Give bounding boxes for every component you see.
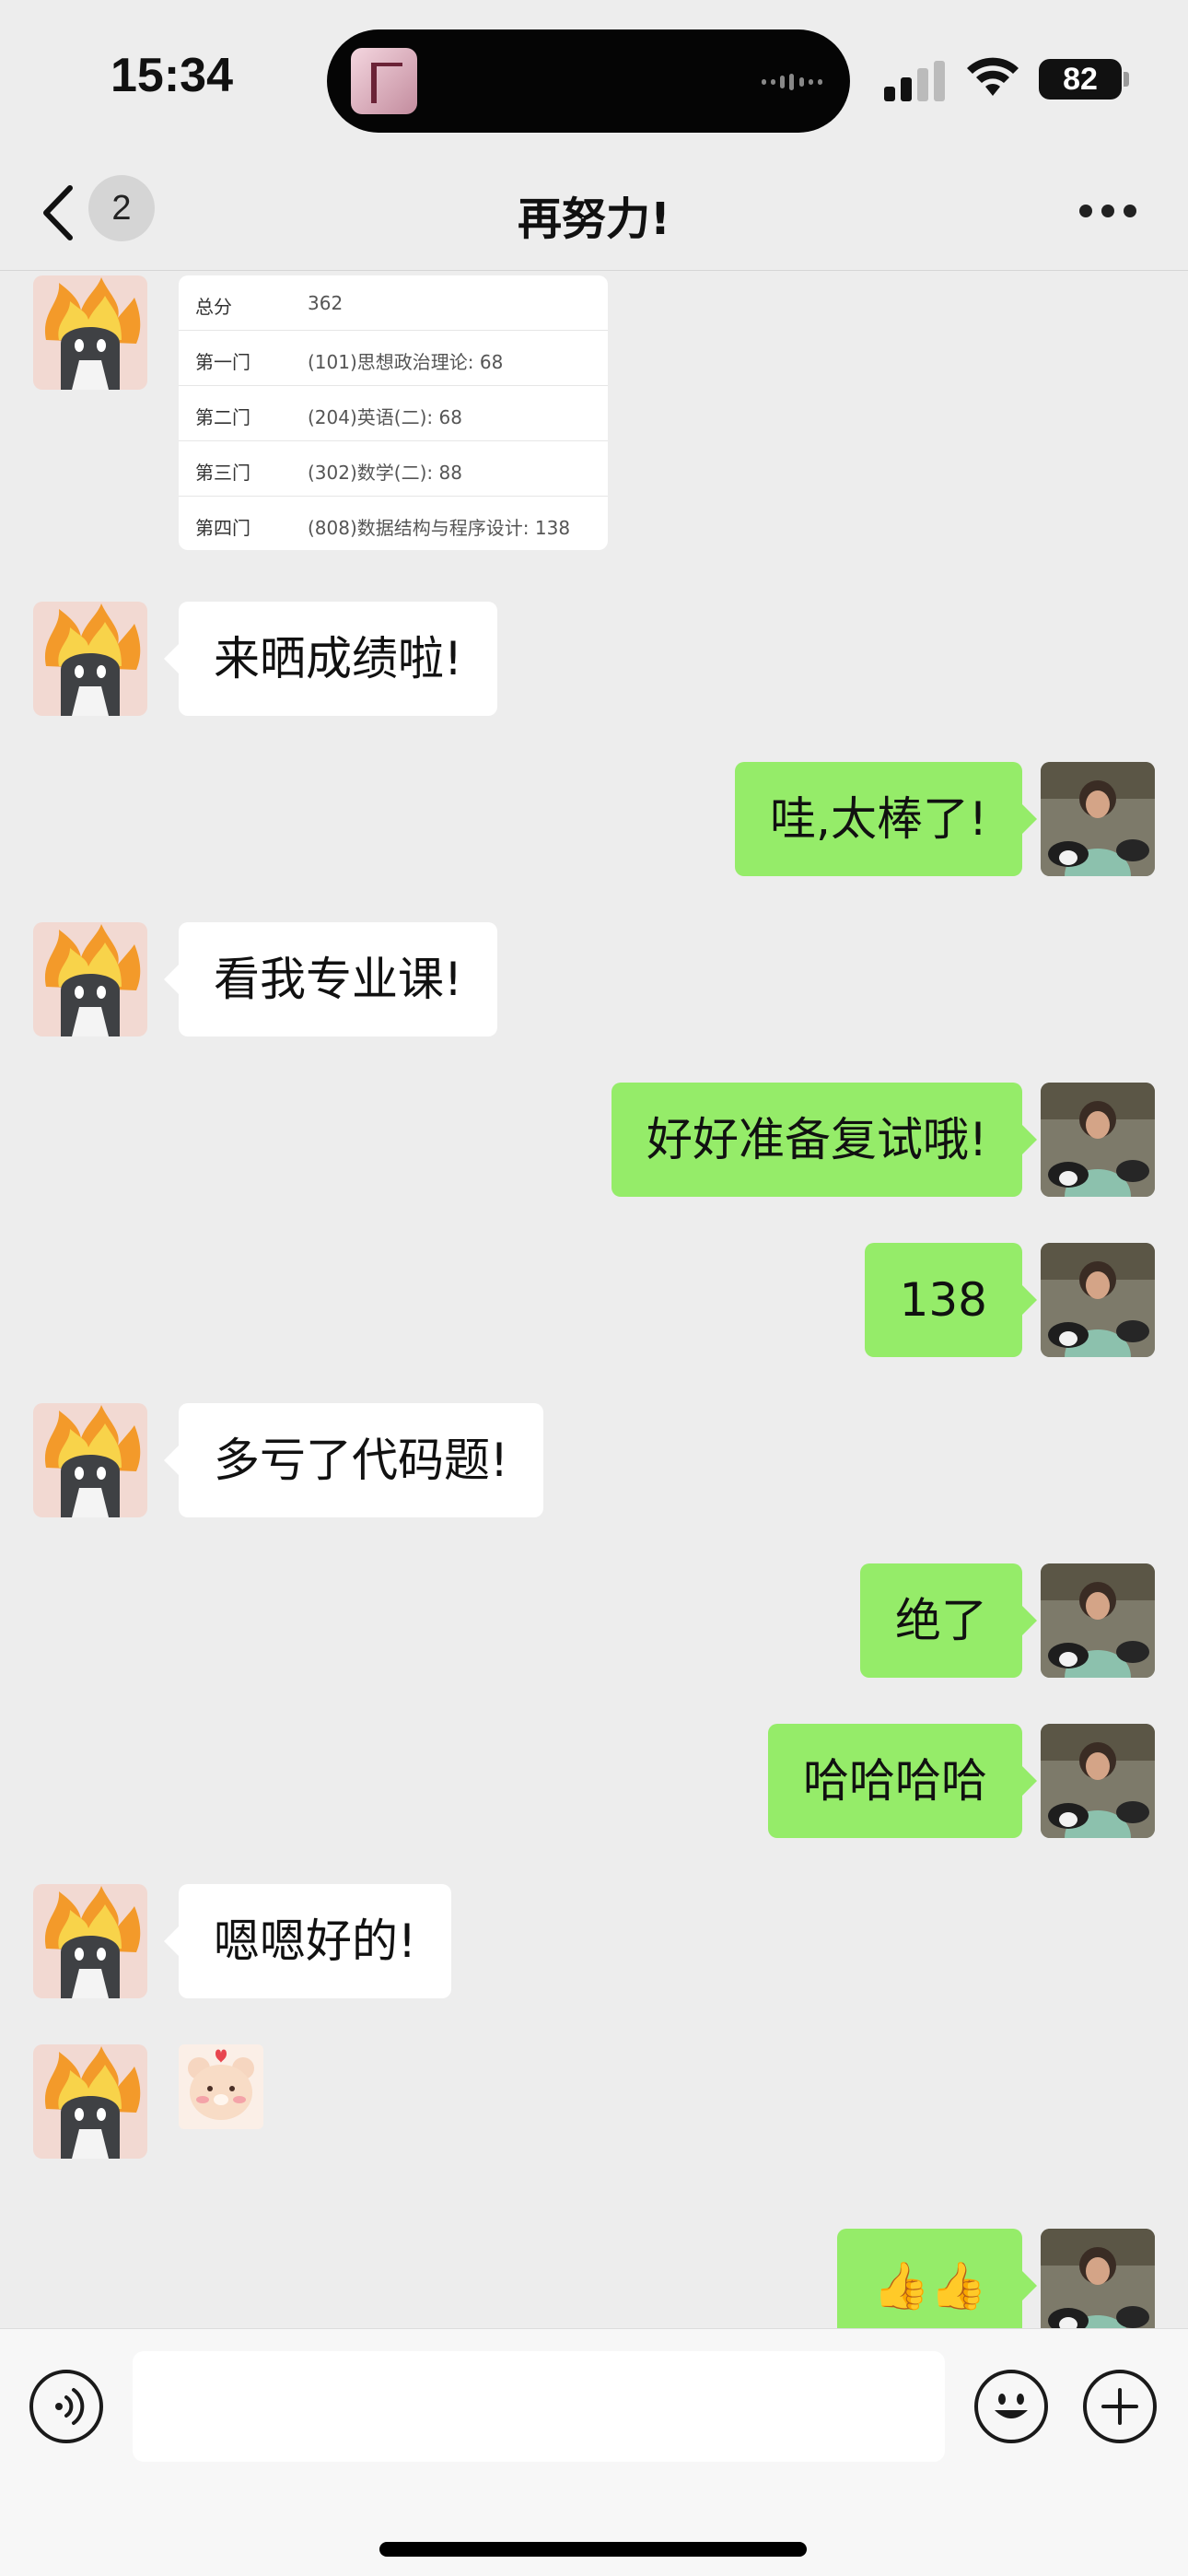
- now-playing-thumbnail: [351, 48, 417, 114]
- plus-sign-icon: [1101, 2388, 1138, 2425]
- incoming-message-bubble[interactable]: 嗯嗯好的!: [163, 1884, 452, 1998]
- fire-ghost-avatar-icon: [44, 1405, 141, 1517]
- incoming-message-bubble[interactable]: 多亏了代码题!: [163, 1403, 544, 1517]
- fire-ghost-avatar-icon: [44, 1886, 141, 1998]
- contact-avatar[interactable]: [33, 1884, 147, 1998]
- incoming-message-bubble[interactable]: 看我专业课!: [163, 922, 498, 1036]
- message-input[interactable]: [133, 2351, 945, 2462]
- bear-sticker-icon[interactable]: [179, 2044, 263, 2129]
- message-list[interactable]: 总分 362 第一门 (101)思想政治理论: 68 第二门 (204)英语(二…: [0, 272, 1188, 2328]
- smiley-face-icon: [995, 2394, 1028, 2418]
- dynamic-island[interactable]: [327, 29, 850, 133]
- plus-icon[interactable]: [1083, 2370, 1157, 2443]
- score-row: 第四门 (808)数据结构与程序设计: 138: [179, 497, 608, 550]
- score-row: 第三门 (302)数学(二): 88: [179, 441, 608, 497]
- fire-ghost-avatar-icon: [44, 924, 141, 1036]
- person-photo-avatar-icon: [1041, 1243, 1155, 1357]
- audio-wave-icon: [762, 74, 822, 90]
- my-avatar[interactable]: [1041, 1563, 1155, 1678]
- person-photo-avatar-icon: [1041, 2229, 1155, 2328]
- outgoing-message-bubble[interactable]: 好好准备复试哦!: [611, 1083, 1038, 1197]
- outgoing-message-bubble[interactable]: 绝了: [860, 1563, 1037, 1678]
- score-row-label: 总分: [195, 296, 232, 318]
- score-row-value: (101)思想政治理论: 68: [308, 351, 504, 373]
- outgoing-message-bubble[interactable]: 哇,太棒了!: [735, 762, 1037, 876]
- fire-ghost-avatar-icon: [44, 277, 141, 390]
- score-row-label: 第三门: [195, 462, 250, 484]
- status-time: 15:34: [111, 49, 233, 102]
- score-row-label: 第一门: [195, 351, 250, 373]
- person-photo-avatar-icon: [1041, 1563, 1155, 1678]
- voice-icon[interactable]: [29, 2370, 103, 2443]
- contact-avatar[interactable]: [33, 275, 147, 390]
- my-avatar[interactable]: [1041, 1724, 1155, 1838]
- chat-screen: 15:34 82 2 再努力! 总分 362 第一门 (101)思想政治理论: …: [0, 0, 1188, 2576]
- score-screenshot-image[interactable]: 总分 362 第一门 (101)思想政治理论: 68 第二门 (204)英语(二…: [179, 275, 608, 550]
- emoji-icon[interactable]: [974, 2370, 1048, 2443]
- contact-avatar[interactable]: [33, 2044, 147, 2159]
- more-dots-icon[interactable]: [1079, 205, 1136, 219]
- outgoing-message-bubble[interactable]: 哈哈哈哈: [768, 1724, 1037, 1838]
- person-photo-avatar-icon: [1041, 1724, 1155, 1838]
- score-row-label: 第四门: [195, 517, 250, 539]
- contact-avatar[interactable]: [33, 1403, 147, 1517]
- score-row-value: (302)数学(二): 88: [308, 462, 462, 484]
- fire-ghost-avatar-icon: [44, 2046, 141, 2159]
- score-row: 第一门 (101)思想政治理论: 68: [179, 331, 608, 386]
- wifi-icon: [967, 57, 1019, 96]
- score-row-value: (204)英语(二): 68: [308, 406, 462, 428]
- bear-face-icon: [188, 2049, 254, 2120]
- score-row: 第二门 (204)英语(二): 68: [179, 386, 608, 441]
- person-photo-avatar-icon: [1041, 1083, 1155, 1197]
- my-avatar[interactable]: [1041, 762, 1155, 876]
- score-row-value: (808)数据结构与程序设计: 138: [308, 517, 571, 539]
- chat-input-bar: [0, 2328, 1188, 2576]
- contact-avatar[interactable]: [33, 602, 147, 716]
- contact-avatar[interactable]: [33, 922, 147, 1036]
- fire-ghost-avatar-icon: [44, 603, 141, 716]
- my-avatar[interactable]: [1041, 1083, 1155, 1197]
- my-avatar[interactable]: [1041, 1243, 1155, 1357]
- status-bar: 15:34 82: [0, 0, 1188, 157]
- score-row: 总分 362: [179, 275, 608, 331]
- outgoing-message-bubble[interactable]: 138: [864, 1243, 1038, 1357]
- score-row-label: 第二门: [195, 406, 250, 428]
- incoming-message-bubble[interactable]: 来晒成绩啦!: [163, 602, 498, 716]
- outgoing-message-bubble[interactable]: 👍👍: [837, 2229, 1037, 2328]
- chat-title: 再努力!: [518, 193, 670, 245]
- home-indicator[interactable]: [379, 2542, 807, 2557]
- voice-waves-icon: [55, 2388, 85, 2425]
- signal-icon: [884, 61, 945, 101]
- person-photo-avatar-icon: [1041, 762, 1155, 876]
- battery-cap: [1124, 72, 1129, 87]
- my-avatar[interactable]: [1041, 2229, 1155, 2328]
- battery-icon: 82: [1039, 59, 1122, 100]
- score-row-value: 362: [308, 292, 344, 314]
